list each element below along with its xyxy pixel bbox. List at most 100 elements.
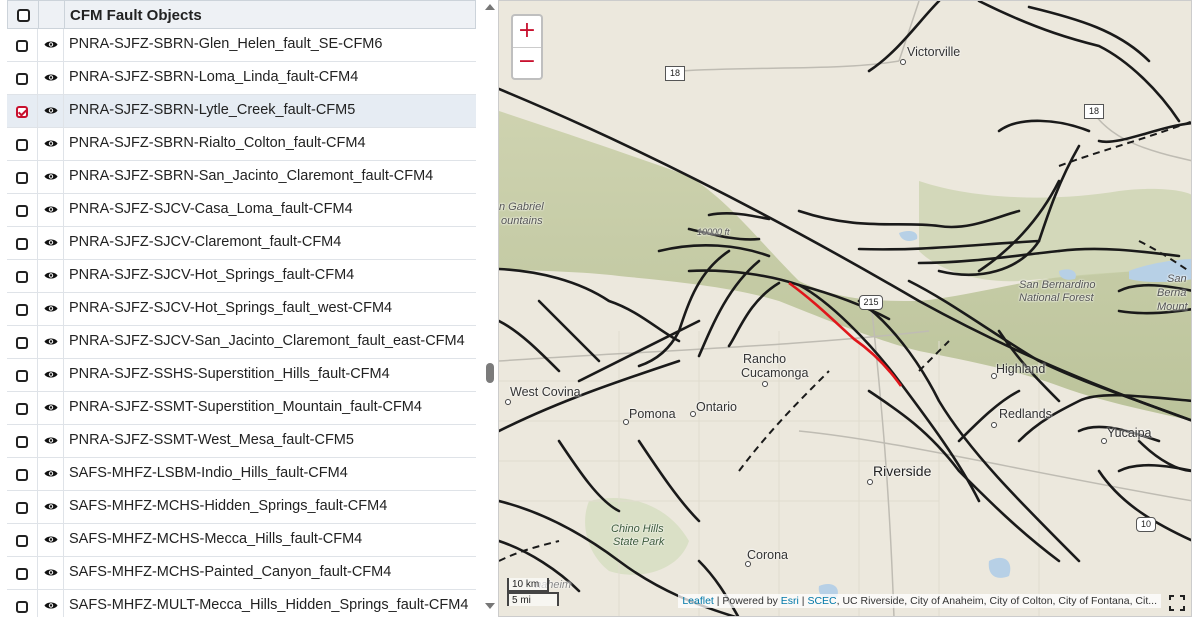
riverside-dot — [867, 479, 873, 485]
row-label: SAFS-MHFZ-LSBM-Indio_Hills_fault-CFM4 — [69, 465, 348, 481]
eye-icon[interactable] — [44, 238, 58, 247]
row-checkbox[interactable] — [16, 106, 28, 118]
row-label: PNRA-SJFZ-SJCV-Casa_Loma_fault-CFM4 — [69, 201, 353, 217]
table-row[interactable]: PNRA-SJFZ-SSMT-West_Mesa_fault-CFM5 — [7, 425, 476, 458]
row-checkbox-cell — [7, 458, 38, 490]
row-label: SAFS-MHFZ-MCHS-Hidden_Springs_fault-CFM4 — [69, 498, 388, 514]
eye-icon[interactable] — [44, 436, 58, 445]
eye-icon[interactable] — [44, 271, 58, 280]
row-checkbox[interactable] — [16, 73, 28, 85]
table-row[interactable]: PNRA-SJFZ-SBRN-Loma_Linda_fault-CFM4 — [7, 62, 476, 95]
place-rancho-1: Rancho — [743, 352, 787, 366]
eye-icon[interactable] — [44, 535, 58, 544]
row-label: PNRA-SJFZ-SBRN-Loma_Linda_fault-CFM4 — [69, 69, 359, 85]
place-sb-right-1: San — [1167, 273, 1187, 285]
table-row[interactable]: PNRA-SJFZ-SSMT-Superstition_Mountain_fau… — [7, 392, 476, 425]
row-visibility-cell — [37, 392, 64, 424]
row-checkbox[interactable] — [16, 40, 28, 52]
eye-icon[interactable] — [44, 172, 58, 181]
row-checkbox[interactable] — [16, 139, 28, 151]
table-row[interactable]: SAFS-MHFZ-MCHS-Hidden_Springs_fault-CFM4 — [7, 491, 476, 524]
row-checkbox[interactable] — [16, 304, 28, 316]
row-checkbox-cell — [7, 557, 38, 589]
row-checkbox[interactable] — [16, 535, 28, 547]
row-visibility-cell — [37, 524, 64, 556]
scroll-down-icon[interactable] — [485, 603, 495, 609]
table-row[interactable]: PNRA-SJFZ-SBRN-San_Jacinto_Claremont_fau… — [7, 161, 476, 194]
fault-map[interactable]: + − Victorville n Gabriel ountains 10000… — [498, 0, 1192, 617]
hwy-10-shield: 10 — [1136, 517, 1156, 532]
place-sb-right-2: Berna — [1157, 287, 1187, 299]
fault-list-panel: CFM Fault Objects PNRA-SJFZ-SBRN-Glen_He… — [7, 0, 496, 617]
eye-icon[interactable] — [44, 106, 58, 115]
place-corona: Corona — [747, 548, 788, 562]
row-checkbox[interactable] — [16, 370, 28, 382]
fullscreen-icon[interactable] — [1169, 595, 1185, 611]
table-row[interactable]: PNRA-SJFZ-SJCV-Claremont_fault-CFM4 — [7, 227, 476, 260]
table-row[interactable]: SAFS-MHFZ-MCHS-Mecca_Hills_fault-CFM4 — [7, 524, 476, 557]
list-scrollbar[interactable] — [483, 0, 496, 617]
eye-icon[interactable] — [44, 304, 58, 313]
row-checkbox-cell — [7, 29, 38, 61]
zoom-control: + − — [511, 14, 543, 80]
place-riverside: Riverside — [873, 463, 932, 479]
row-checkbox-cell — [7, 359, 38, 391]
leaflet-link[interactable]: Leaflet — [682, 595, 714, 607]
table-row[interactable]: PNRA-SJFZ-SBRN-Lytle_Creek_fault-CFM5 — [7, 95, 476, 128]
scroll-up-icon[interactable] — [485, 4, 495, 10]
table-row[interactable]: PNRA-SJFZ-SJCV-San_Jacinto_Claremont_fau… — [7, 326, 476, 359]
scec-link[interactable]: SCEC — [807, 595, 836, 607]
eye-icon[interactable] — [44, 205, 58, 214]
hwy-215-shield: 215 — [859, 295, 883, 310]
redlands-dot — [991, 422, 997, 428]
table-row[interactable]: SAFS-MHFZ-LSBM-Indio_Hills_fault-CFM4 — [7, 458, 476, 491]
place-victorville: Victorville — [907, 45, 961, 59]
row-checkbox-cell — [7, 227, 38, 259]
eye-icon[interactable] — [44, 502, 58, 511]
table-row[interactable]: PNRA-SJFZ-SJCV-Hot_Springs_fault_west-CF… — [7, 293, 476, 326]
eye-icon[interactable] — [44, 568, 58, 577]
row-checkbox-cell — [7, 392, 38, 424]
row-checkbox[interactable] — [16, 568, 28, 580]
eye-icon[interactable] — [44, 469, 58, 478]
eye-icon[interactable] — [44, 337, 58, 346]
scroll-thumb[interactable] — [486, 363, 494, 383]
table-row[interactable]: PNRA-SJFZ-SJCV-Casa_Loma_fault-CFM4 — [7, 194, 476, 227]
row-label: PNRA-SJFZ-SJCV-San_Jacinto_Claremont_fau… — [69, 333, 465, 349]
eye-icon[interactable] — [44, 370, 58, 379]
zoom-in-button[interactable]: + — [513, 16, 541, 48]
row-checkbox[interactable] — [16, 502, 28, 514]
row-checkbox[interactable] — [16, 205, 28, 217]
list-header-title: CFM Fault Objects — [70, 7, 202, 24]
eye-icon[interactable] — [44, 403, 58, 412]
row-checkbox-cell — [7, 491, 38, 523]
row-checkbox[interactable] — [16, 238, 28, 250]
esri-link[interactable]: Esri — [781, 595, 799, 607]
table-row[interactable]: SAFS-MHFZ-MULT-Mecca_Hills_Hidden_Spring… — [7, 590, 476, 617]
row-checkbox[interactable] — [16, 271, 28, 283]
row-checkbox-cell — [7, 293, 38, 325]
eye-icon[interactable] — [44, 139, 58, 148]
zoom-out-button[interactable]: − — [513, 47, 541, 78]
table-row[interactable]: PNRA-SJFZ-SBRN-Glen_Helen_fault_SE-CFM6 — [7, 29, 476, 62]
row-checkbox[interactable] — [16, 172, 28, 184]
eye-icon[interactable] — [44, 601, 58, 610]
row-visibility-cell — [37, 227, 64, 259]
eye-icon[interactable] — [44, 40, 58, 49]
hwy-18-shield-a: 18 — [665, 66, 685, 81]
table-row[interactable]: PNRA-SJFZ-SBRN-Rialto_Colton_fault-CFM4 — [7, 128, 476, 161]
select-all-checkbox[interactable] — [17, 9, 30, 22]
row-visibility-cell — [37, 62, 64, 94]
table-row[interactable]: PNRA-SJFZ-SJCV-Hot_Springs_fault-CFM4 — [7, 260, 476, 293]
row-checkbox[interactable] — [16, 337, 28, 349]
row-checkbox[interactable] — [16, 469, 28, 481]
place-pomona: Pomona — [629, 407, 676, 421]
eye-icon[interactable] — [44, 73, 58, 82]
row-checkbox[interactable] — [16, 403, 28, 415]
table-row[interactable]: PNRA-SJFZ-SSHS-Superstition_Hills_fault-… — [7, 359, 476, 392]
row-checkbox[interactable] — [16, 436, 28, 448]
row-checkbox-cell — [7, 95, 38, 127]
row-checkbox[interactable] — [16, 601, 28, 613]
table-row[interactable]: SAFS-MHFZ-MCHS-Painted_Canyon_fault-CFM4 — [7, 557, 476, 590]
row-label: PNRA-SJFZ-SJCV-Hot_Springs_fault_west-CF… — [69, 300, 393, 316]
